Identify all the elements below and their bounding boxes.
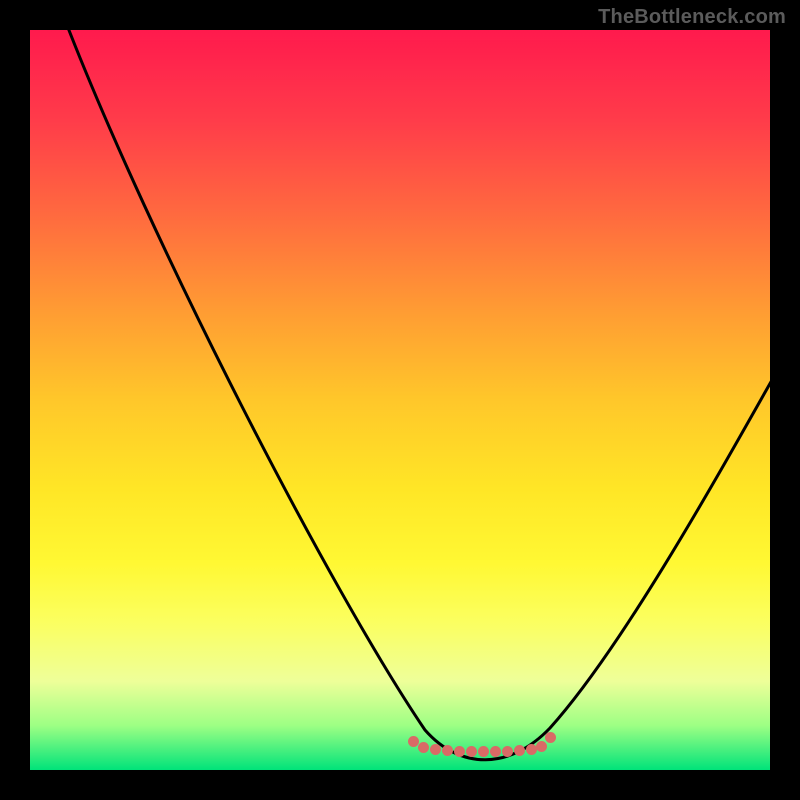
bottleneck-curve — [65, 20, 772, 760]
marker-dot — [430, 744, 441, 755]
marker-dot — [545, 732, 556, 743]
marker-dot — [466, 746, 477, 757]
marker-dot — [478, 746, 489, 757]
marker-dot — [514, 745, 525, 756]
optimal-range-marker — [408, 726, 558, 752]
chart-frame: TheBottleneck.com — [0, 0, 800, 800]
plot-area — [30, 30, 770, 770]
marker-dot — [490, 746, 501, 757]
marker-dot — [454, 746, 465, 757]
watermark-text: TheBottleneck.com — [598, 6, 786, 29]
curve-svg — [30, 30, 770, 770]
marker-dot — [442, 745, 453, 756]
marker-dot — [536, 741, 547, 752]
marker-dot — [502, 746, 513, 757]
marker-dot — [418, 742, 429, 753]
